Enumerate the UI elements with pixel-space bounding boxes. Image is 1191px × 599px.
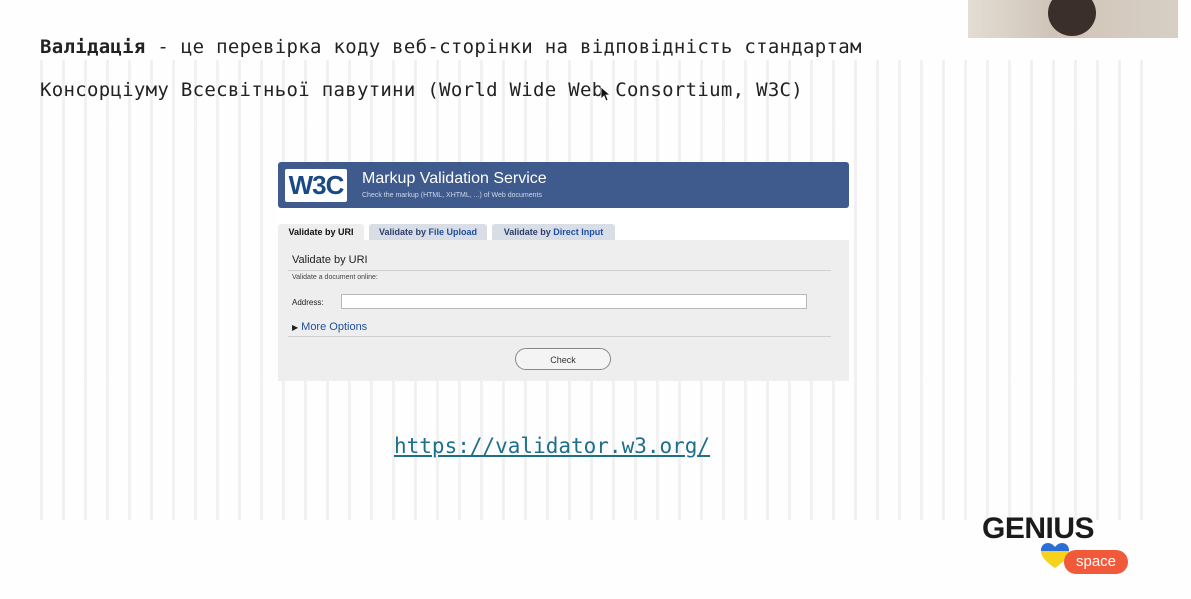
divider [288,336,831,337]
tab-highlight: File Upload [428,227,478,237]
tab-prefix: Validate by [503,227,554,237]
tab-validate-by-direct-input[interactable]: Validate by Direct Input [492,224,615,240]
panel-subtitle: Validate a document online: [292,274,378,281]
w3c-title: Markup Validation Service [362,170,547,187]
webcam-overlay [968,0,1178,38]
tab-prefix: Validate by [288,227,339,237]
logo-pill: space [1064,550,1128,574]
address-input[interactable] [341,294,807,309]
w3c-subtitle: Check the markup (HTML, XHTML, ...) of W… [362,192,542,199]
validator-link[interactable]: https://validator.w3.org/ [394,434,710,458]
more-options-toggle[interactable]: ▶ More Options [292,321,367,333]
slide: Валідація - це перевірка коду веб-сторін… [0,0,1191,599]
tab-highlight: Direct Input [553,227,604,237]
definition-line-2: Консорціуму Всесвітньої павутини (World … [40,79,804,101]
presenter-head [1048,0,1096,36]
triangle-right-icon: ▶ [292,323,299,332]
more-options-label: More Options [301,321,368,333]
genius-space-logo: GENIUS space [982,512,1132,578]
definition-line-1: Валідація - це перевірка коду веб-сторін… [40,36,862,58]
w3c-banner: W3C Markup Validation Service Check the … [278,162,849,208]
tab-validate-by-uri[interactable]: Validate by URI [278,224,364,240]
w3c-validator-screenshot: W3C Markup Validation Service Check the … [278,162,849,381]
tab-highlight: URI [338,227,354,237]
tab-prefix: Validate by [378,227,429,237]
check-button[interactable]: Check [515,348,611,370]
logo-wordmark: GENIUS [982,512,1095,545]
tab-validate-by-file-upload[interactable]: Validate by File Upload [369,224,487,240]
term-bold: Валідація [40,36,146,58]
w3c-logo: W3C [285,169,347,202]
panel-title: Validate by URI [292,254,368,266]
validate-by-uri-panel: Validate by URI Validate a document onli… [278,240,849,381]
address-label: Address: [292,298,324,307]
definition-text: - це перевірка коду веб-сторінки на відп… [145,36,862,58]
divider [288,270,831,271]
mouse-cursor-icon [600,86,610,102]
